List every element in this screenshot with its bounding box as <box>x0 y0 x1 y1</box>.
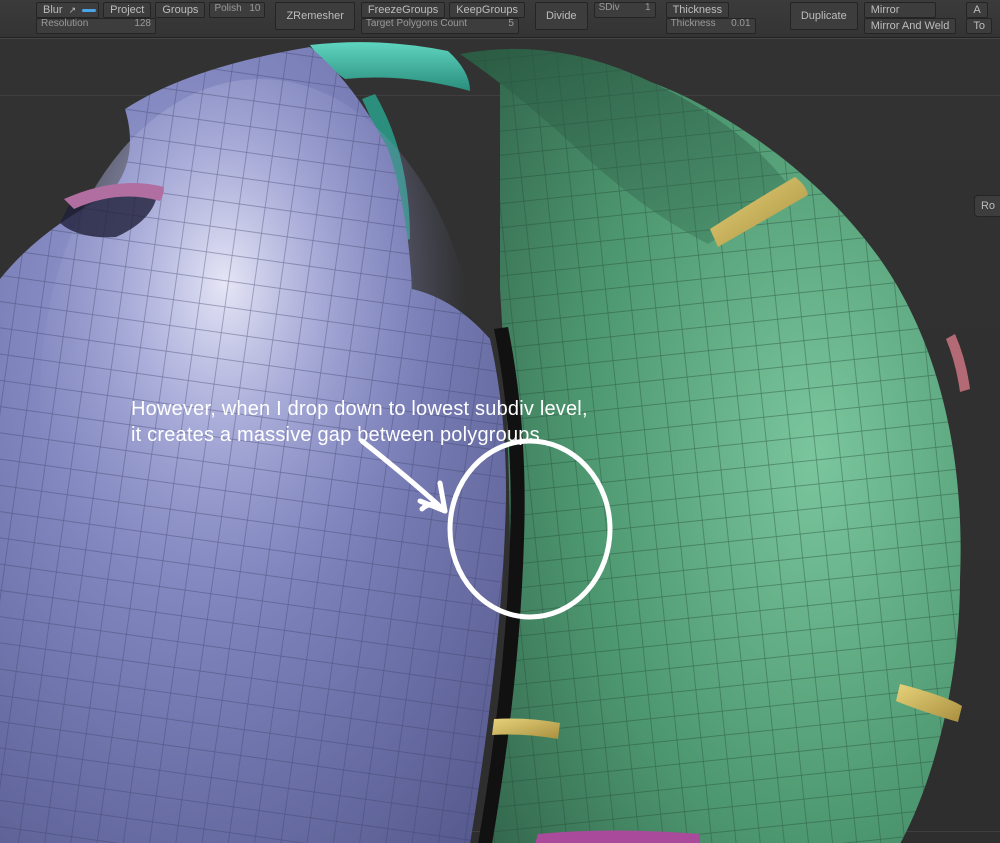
target-polygons-value: 5 <box>508 19 514 29</box>
freeze-keep-group: FreezeGroups KeepGroups Target Polygons … <box>361 2 525 34</box>
polish-slider[interactable]: Polish 10 <box>209 2 265 18</box>
thickness-slider-label: Thickness <box>671 19 716 29</box>
project-button[interactable]: Project <box>103 2 151 18</box>
sdiv-value: 1 <box>645 3 651 13</box>
mesh-render <box>0 39 1000 843</box>
side-panel-button[interactable]: Ro <box>974 195 1000 217</box>
groups-button[interactable]: Groups <box>155 2 205 18</box>
freeze-groups-button[interactable]: FreezeGroups <box>361 2 445 18</box>
blur-label: Blur <box>43 5 63 16</box>
viewport[interactable]: However, when I drop down to lowest subd… <box>0 38 1000 843</box>
thickness-slider[interactable]: Thickness 0.01 <box>666 18 756 34</box>
keep-groups-button[interactable]: KeepGroups <box>449 2 525 18</box>
sdiv-label: SDiv <box>599 3 620 13</box>
blur-arrow-icon: ↗ <box>69 5 77 16</box>
mirror-and-weld-button[interactable]: Mirror And Weld <box>864 18 957 34</box>
a-to-group: A To <box>966 2 992 34</box>
zremesher-button[interactable]: ZRemesher <box>275 2 354 30</box>
polygroup-trim-rose <box>946 334 970 392</box>
resolution-slider[interactable]: Resolution 128 <box>36 18 156 34</box>
toolbar: Blur ↗ Project Groups Polish 10 Resoluti… <box>0 0 1000 38</box>
polish-value: 10 <box>249 4 260 14</box>
divide-button[interactable]: Divide <box>535 2 588 30</box>
target-polygons-label: Target Polygons Count <box>366 19 467 29</box>
target-polygons-slider[interactable]: Target Polygons Count 5 <box>361 18 519 34</box>
polish-label: Polish <box>214 4 241 14</box>
sdiv-slider[interactable]: SDiv 1 <box>594 2 656 18</box>
duplicate-button[interactable]: Duplicate <box>790 2 858 30</box>
resolution-value: 128 <box>134 19 151 29</box>
polygroup-under-magenta <box>535 831 700 843</box>
to-button[interactable]: To <box>966 18 992 34</box>
thickness-group: Thickness Thickness 0.01 <box>666 2 756 34</box>
sdiv-group: SDiv 1 <box>594 2 656 18</box>
mirror-button[interactable]: Mirror <box>864 2 936 18</box>
mirror-group: Mirror Mirror And Weld <box>864 2 957 34</box>
wireframe-purple <box>0 47 506 843</box>
a-button[interactable]: A <box>966 2 987 18</box>
thickness-slider-value: 0.01 <box>731 19 750 29</box>
resolution-label: Resolution <box>41 19 88 29</box>
thickness-button[interactable]: Thickness <box>666 2 730 18</box>
blur-project-group: Blur ↗ Project Groups Polish 10 Resoluti… <box>36 2 265 34</box>
blur-button[interactable]: Blur ↗ <box>36 2 99 18</box>
